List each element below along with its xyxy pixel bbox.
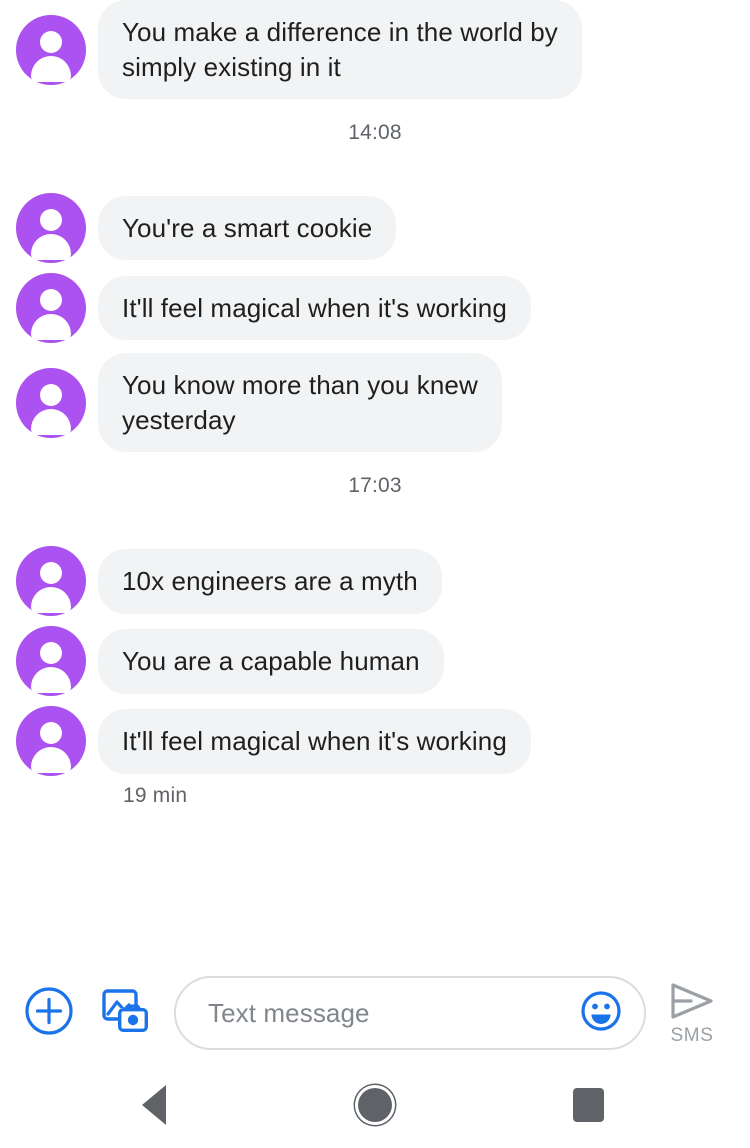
square-recents-icon <box>572 1088 604 1122</box>
message-row: You make a difference in the world by si… <box>0 0 750 100</box>
message-bubble[interactable]: You make a difference in the world by si… <box>98 0 582 100</box>
message-row: You are a capable human <box>0 626 750 697</box>
message-timestamp: 19 min <box>123 784 188 808</box>
triangle-back-icon <box>142 1085 166 1125</box>
avatar[interactable] <box>16 546 86 617</box>
messaging-app-screen: You make a difference in the world by si… <box>0 0 750 1148</box>
nav-home-button[interactable] <box>352 1082 398 1128</box>
conversation-thread[interactable]: You make a difference in the world by si… <box>0 0 750 964</box>
plus-circle-icon <box>22 984 76 1043</box>
message-bubble[interactable]: You're a smart cookie <box>98 195 397 261</box>
gallery-camera-button[interactable] <box>98 986 152 1040</box>
text-message-placeholder: Text message <box>208 997 370 1028</box>
emoji-button[interactable] <box>578 990 624 1036</box>
avatar[interactable] <box>16 14 86 85</box>
nav-recents-button[interactable] <box>565 1082 611 1128</box>
circle-home-icon <box>358 1088 392 1122</box>
photo-camera-icon <box>98 984 152 1043</box>
text-message-input[interactable]: Text message <box>174 976 646 1050</box>
avatar[interactable] <box>16 193 86 264</box>
message-row: It'll feel magical when it's working <box>0 706 750 777</box>
message-row: 10x engineers are a myth <box>0 546 750 617</box>
message-timestamp: 17:03 <box>348 474 402 498</box>
message-row: You're a smart cookie <box>0 193 750 264</box>
attach-button[interactable] <box>22 986 76 1040</box>
avatar[interactable] <box>16 367 86 438</box>
avatar[interactable] <box>16 626 86 697</box>
nav-back-button[interactable] <box>131 1082 177 1128</box>
message-bubble[interactable]: 10x engineers are a myth <box>98 549 442 614</box>
message-bubble[interactable]: You are a capable human <box>98 629 444 694</box>
message-row: It'll feel magical when it's working <box>0 273 750 344</box>
message-composer: Text message SMS <box>0 964 750 1062</box>
send-paper-plane-icon <box>666 980 718 1027</box>
message-bubble[interactable]: It'll feel magical when it's working <box>98 709 531 774</box>
avatar[interactable] <box>16 706 86 777</box>
message-bubble[interactable]: You know more than you knew yesterday <box>98 353 502 453</box>
message-row: You know more than you knew yesterday <box>0 353 750 453</box>
message-bubble[interactable]: It'll feel magical when it's working <box>98 275 531 341</box>
send-sms-button[interactable]: SMS <box>652 980 732 1047</box>
avatar[interactable] <box>16 273 86 344</box>
message-timestamp: 14:08 <box>348 121 402 145</box>
android-navigation-bar <box>0 1062 750 1148</box>
emoji-smiley-icon <box>578 988 624 1039</box>
send-button-label: SMS <box>670 1024 714 1046</box>
